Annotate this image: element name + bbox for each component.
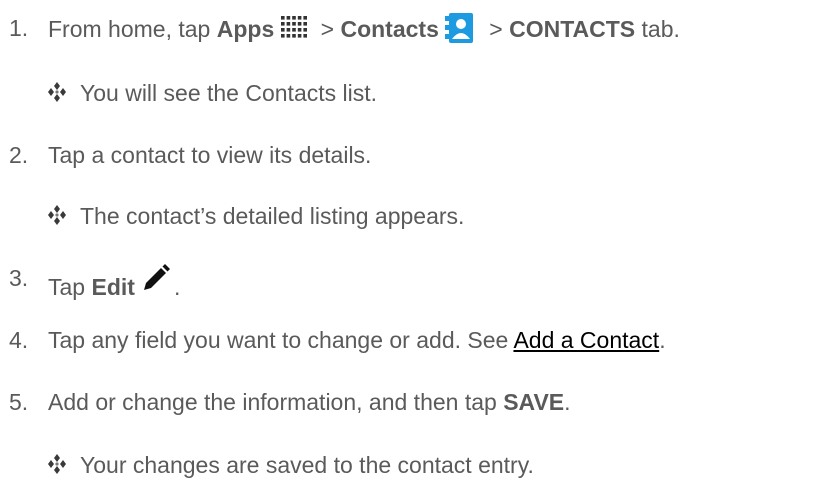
step-3-pre: Tap <box>48 274 92 300</box>
diamond-bullet-icon <box>48 454 66 474</box>
result-text: The contact’s detailed listing appears. <box>80 203 465 229</box>
step-3-post: . <box>173 274 181 300</box>
step-text: Tap any field you want to change or add.… <box>48 325 666 355</box>
result-text: Your changes are saved to the contact en… <box>80 452 534 478</box>
contacts-app-icon <box>444 13 473 43</box>
step-1-post: tab. <box>635 16 680 42</box>
step-5-pre: Add or change the information, and then … <box>48 389 504 415</box>
step-4-post: . <box>659 327 666 353</box>
step-number: 2. <box>9 142 29 168</box>
step-number: 3. <box>9 265 29 291</box>
separator: > <box>314 16 341 42</box>
apps-label: Apps <box>216 16 275 42</box>
diamond-bullet-icon <box>48 82 66 102</box>
contacts-label: Contacts <box>340 16 439 42</box>
step-text: From home, tap Apps > Contacts > CONTACT… <box>48 13 680 44</box>
step-text: Tap a contact to view its details. <box>48 142 372 168</box>
step-number: 1. <box>9 15 29 41</box>
save-label: SAVE <box>503 389 565 415</box>
contacts-tab-label: CONTACTS <box>509 16 636 42</box>
step-text: Tap Edit. <box>48 263 180 302</box>
result-text: You will see the Contacts list. <box>80 80 378 106</box>
pencil-icon <box>143 264 170 290</box>
step-number: 4. <box>9 327 29 353</box>
diamond-bullet-icon <box>48 205 66 225</box>
step-5-post: . <box>564 389 571 415</box>
separator: > <box>482 16 510 42</box>
step-1-pre: From home, tap <box>48 16 217 42</box>
edit-label: Edit <box>91 274 135 300</box>
add-contact-link[interactable]: Add a Contact <box>513 327 659 353</box>
step-number: 5. <box>9 389 29 415</box>
step-text: Add or change the information, and then … <box>48 387 571 417</box>
apps-grid-icon <box>281 16 308 38</box>
step-4-pre: Tap any field you want to change or add.… <box>48 327 514 353</box>
